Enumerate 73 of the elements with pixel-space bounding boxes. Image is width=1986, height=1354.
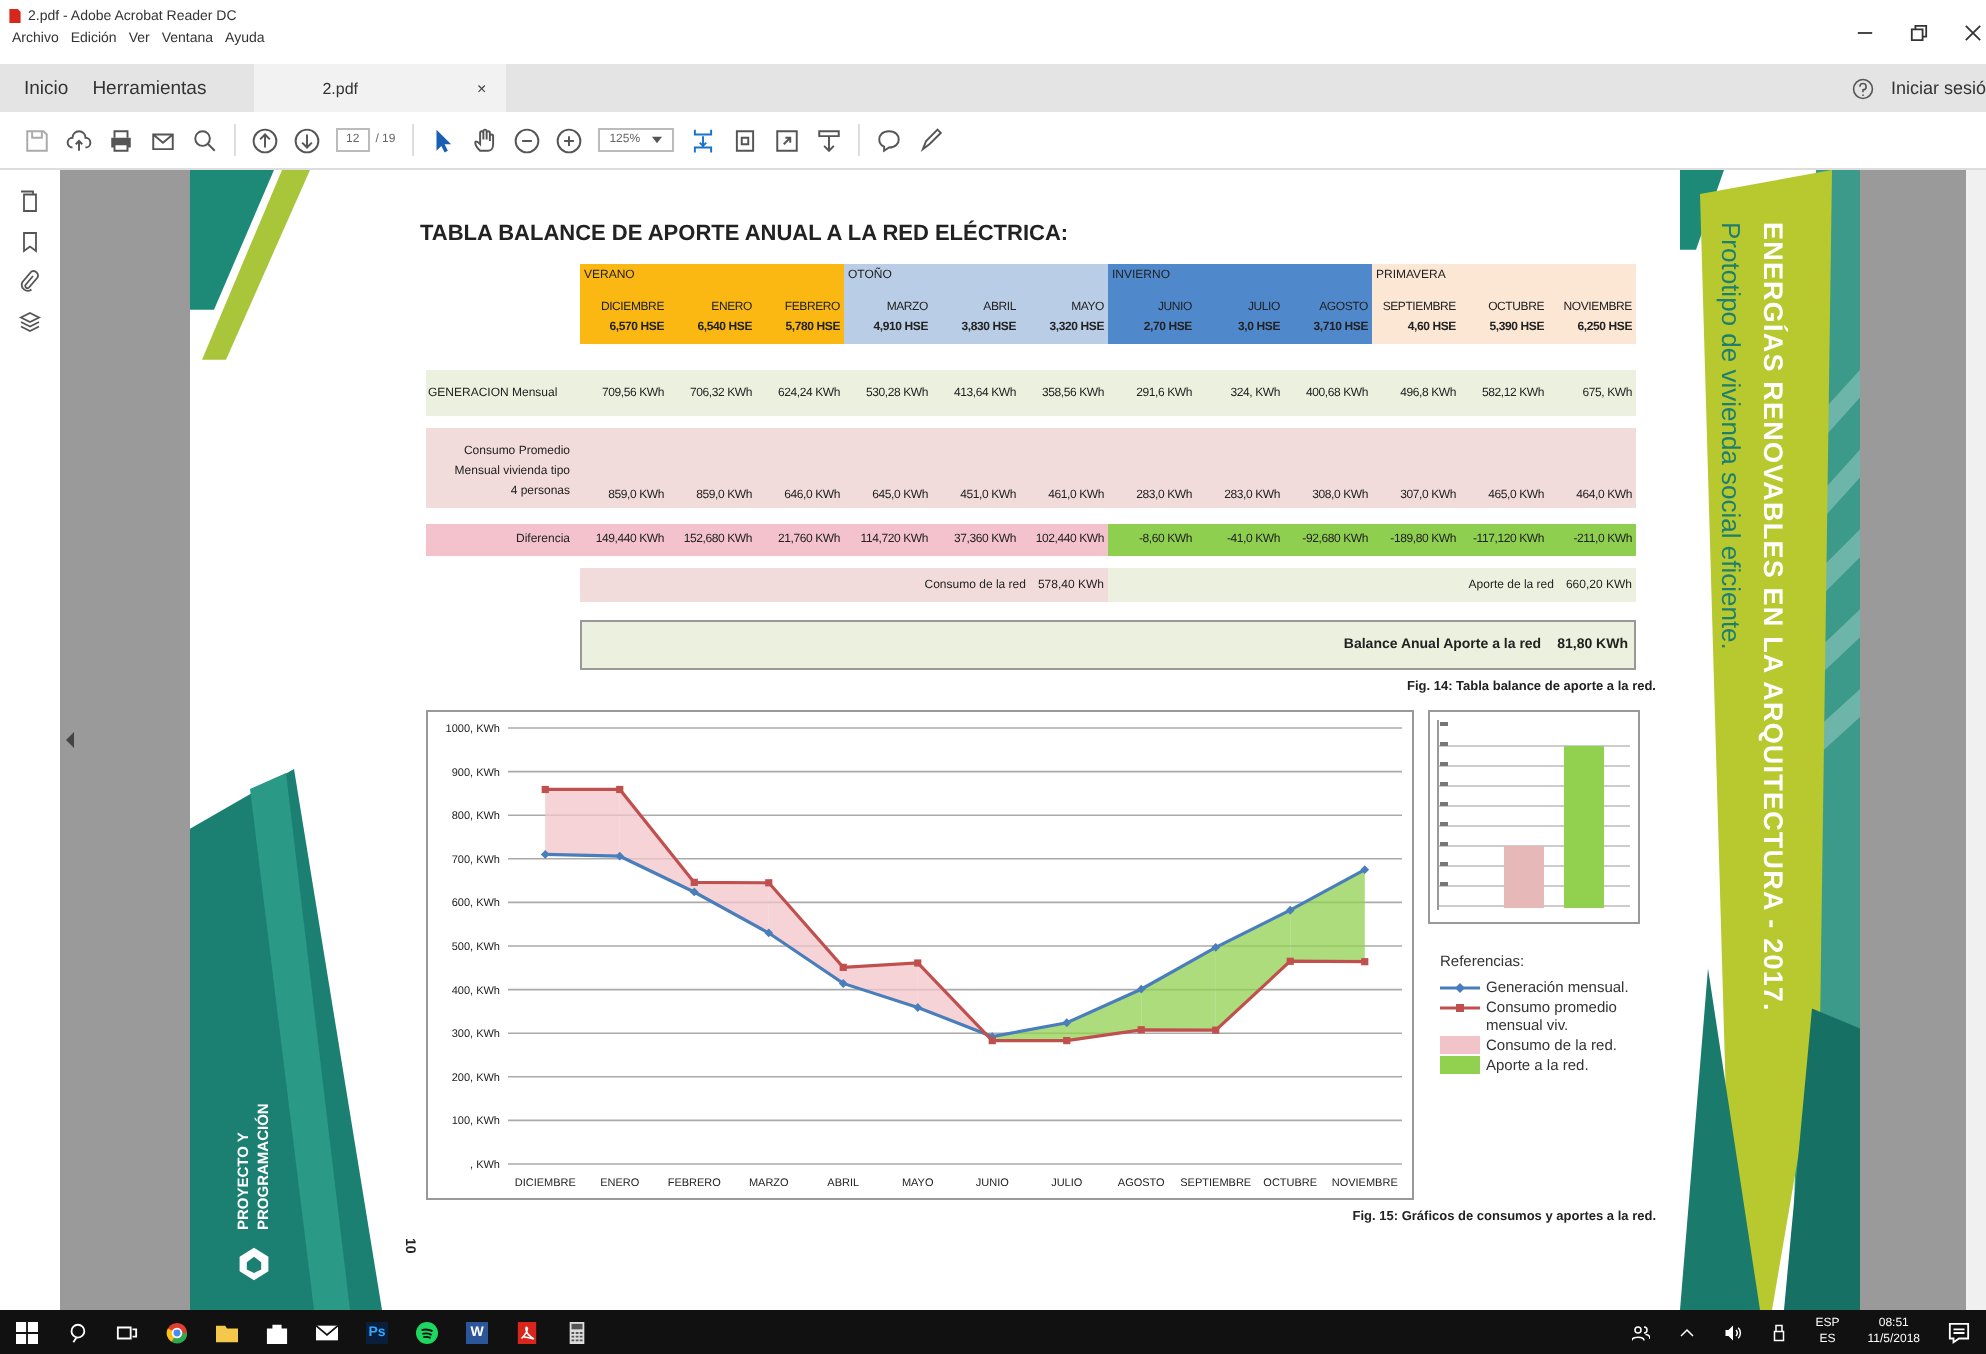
- point: [914, 959, 922, 967]
- pdf-icon: [8, 8, 22, 24]
- logo-icon: [236, 1246, 272, 1282]
- point: [764, 928, 774, 938]
- browser-icon[interactable]: [166, 1321, 188, 1343]
- device-icon[interactable]: [1769, 1323, 1788, 1341]
- music-icon[interactable]: [416, 1321, 438, 1343]
- legend-line-icon: [1440, 1002, 1480, 1014]
- page-icon[interactable]: [732, 127, 759, 153]
- folder-icon[interactable]: [216, 1321, 238, 1343]
- collapse-icon[interactable]: [66, 732, 74, 748]
- point: [1212, 1026, 1220, 1034]
- print-icon[interactable]: [108, 127, 134, 153]
- scroll-mode-icon[interactable]: [816, 127, 843, 153]
- people-icon[interactable]: [1631, 1323, 1650, 1341]
- scrollbar[interactable]: [1966, 170, 1986, 1310]
- table-title: TABLA BALANCE DE APORTE ANUAL A LA RED ELÉCTRICA:: [420, 222, 1071, 246]
- calculator-icon[interactable]: [566, 1321, 588, 1343]
- point: [1136, 984, 1146, 994]
- point: [616, 785, 624, 794]
- zoom-out-icon[interactable]: [513, 127, 540, 153]
- pages-icon[interactable]: [18, 190, 42, 214]
- point: [1211, 942, 1221, 952]
- fullscreen-icon[interactable]: [774, 127, 801, 153]
- up-arrow-icon[interactable]: [252, 127, 278, 153]
- help-icon[interactable]: [1852, 77, 1875, 99]
- chevron-up-icon[interactable]: [1677, 1323, 1696, 1341]
- point: [1360, 865, 1370, 875]
- pen-icon[interactable]: [918, 127, 945, 153]
- layers-icon[interactable]: [18, 310, 42, 334]
- notification-icon[interactable]: [1948, 1321, 1970, 1343]
- cloud-upload-icon[interactable]: [66, 127, 92, 153]
- shaded-area: [1290, 869, 1365, 962]
- point: [838, 979, 848, 988]
- point: [615, 851, 625, 861]
- point: [913, 1003, 923, 1012]
- comment-icon[interactable]: [876, 127, 903, 153]
- tab[interactable]: 2.pdf ×: [254, 64, 507, 112]
- close-tab-button[interactable]: ×: [477, 79, 487, 97]
- hand-icon[interactable]: [471, 127, 498, 153]
- bookmark-icon[interactable]: [18, 230, 42, 254]
- point: [1062, 1018, 1072, 1028]
- paperclip-icon[interactable]: [18, 270, 42, 294]
- tab[interactable]: Herramientas: [80, 64, 219, 112]
- search-icon[interactable]: [192, 127, 218, 153]
- point: [541, 785, 549, 794]
- close-icon[interactable]: [1964, 23, 1982, 41]
- point: [1063, 1037, 1071, 1045]
- mail-icon[interactable]: [316, 1321, 338, 1343]
- search-icon[interactable]: [66, 1321, 88, 1343]
- point: [839, 963, 847, 971]
- point: [1286, 957, 1294, 965]
- point: [1137, 1026, 1145, 1034]
- task-view-icon[interactable]: [116, 1321, 138, 1343]
- shopping-bag-icon[interactable]: [266, 1321, 288, 1343]
- volume-icon[interactable]: [1723, 1323, 1742, 1341]
- point: [690, 878, 698, 886]
- banner-title: ENERGÍAS RENOVABLES EN LA ARQUITECTURA - 2017.: [1758, 222, 1788, 1012]
- legend-line-icon: [1440, 982, 1480, 994]
- down-arrow-icon[interactable]: [294, 127, 320, 153]
- point: [1361, 958, 1369, 966]
- point: [765, 879, 773, 887]
- sign-in-link[interactable]: Iniciar sesió: [1890, 78, 1986, 98]
- pdf-icon[interactable]: [516, 1321, 538, 1343]
- point: [1285, 905, 1295, 915]
- caret-icon: [652, 136, 663, 144]
- tab[interactable]: Inicio: [0, 64, 81, 112]
- restore-icon[interactable]: [1910, 23, 1928, 41]
- fit-page-icon[interactable]: [690, 127, 717, 153]
- banner-subtitle: Prototipo de vivienda social eficiente.: [1716, 222, 1746, 654]
- point: [689, 887, 699, 897]
- zoom-in-icon[interactable]: [555, 127, 582, 153]
- windows-icon[interactable]: [16, 1321, 38, 1343]
